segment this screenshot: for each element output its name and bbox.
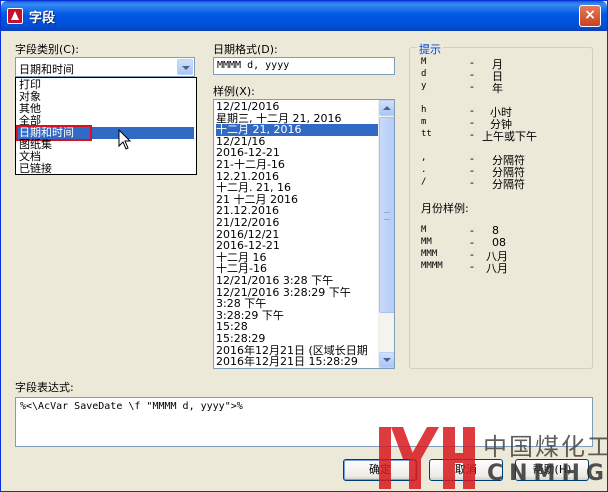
watermark: 中国煤化工 CNMHG [377, 421, 608, 492]
field-expression-label: 字段表达式: [15, 381, 74, 394]
sample-list-item[interactable]: 十二月 16 [216, 252, 378, 264]
hint-dash: - [470, 176, 474, 189]
sample-list-item[interactable]: 12/21/2016 [216, 101, 378, 113]
dropdown-item[interactable]: 对象 [18, 91, 194, 103]
sample-list-item[interactable]: 21 十二月 2016 [216, 194, 378, 206]
dropdown-item[interactable]: 图纸集 [18, 139, 194, 151]
dropdown-item[interactable]: 其他 [18, 103, 194, 115]
scroll-up-icon[interactable] [379, 100, 394, 116]
title-bar[interactable]: 字段 × [1, 1, 607, 31]
hint-code: tt [421, 129, 432, 139]
scroll-down-icon[interactable] [379, 352, 394, 368]
sample-list-item[interactable]: 12/21/16 [216, 136, 378, 148]
field-dialog: 字段 × 字段类别(C): 日期和时间 打印 对象 其他 全部 日期和时间 图纸集 文档 已链… [0, 0, 608, 492]
watermark-logo-icon [379, 427, 475, 489]
sample-list-item[interactable]: 2016-12-21 [216, 147, 378, 159]
mouse-cursor-icon [118, 129, 132, 150]
sample-list-item[interactable]: 21-十二月-16 [216, 159, 378, 171]
hint-code: , [421, 153, 427, 163]
hint-code: M [421, 57, 427, 67]
sample-list-item[interactable]: 2016年12月21日 (区域长日期 [216, 345, 378, 357]
hint-code: h [421, 105, 427, 115]
autocad-app-icon [7, 8, 23, 24]
sample-list-item[interactable]: 21.12.2016 [216, 205, 378, 217]
window-title: 字段 [29, 11, 56, 26]
sample-list-item[interactable]: 十二月. 21, 16 [216, 182, 378, 194]
field-category-combobox[interactable]: 日期和时间 [15, 57, 195, 77]
field-category-label: 字段类别(C): [15, 43, 79, 56]
hints-title: 提示 [417, 41, 443, 57]
hint-code: / [421, 177, 427, 187]
hint-code: MMM [421, 249, 438, 259]
hint-dash: - [470, 260, 474, 273]
hint-code: M [421, 225, 427, 235]
sample-list-item[interactable]: 2016年12月21日 15:28:29 [216, 356, 378, 368]
samples-scrollbar[interactable] [378, 100, 394, 368]
field-category-dropdown-list[interactable]: 打印 对象 其他 全部 日期和时间 图纸集 文档 已链接 [15, 77, 197, 175]
scrollbar-thumb[interactable] [379, 117, 394, 313]
sample-list-item[interactable]: 15:28 [216, 321, 378, 333]
hint-description: 分隔符 [492, 178, 525, 191]
watermark-en-text: CNMHG [487, 461, 608, 486]
sample-list-item[interactable]: 2016-12-21 [216, 240, 378, 252]
sample-list-item[interactable]: 12.21.2016 [216, 171, 378, 183]
chevron-down-icon[interactable] [177, 59, 193, 75]
month-samples-title: 月份样例: [421, 202, 469, 215]
samples-label: 样例(X): [213, 85, 255, 98]
hint-code: MMMM [421, 261, 443, 271]
hint-dash: - [470, 80, 474, 93]
hint-code: y [421, 81, 427, 91]
dropdown-item[interactable]: 已链接 [18, 163, 194, 175]
hint-description: 上午或下午 [482, 130, 537, 143]
sample-list-item[interactable]: 2016/12/21 [216, 229, 378, 241]
sample-list-item[interactable]: 12/21/2016 3:28 下午 [216, 275, 378, 287]
sample-list-item[interactable]: 12/21/2016 3:28:29 下午 [216, 287, 378, 299]
hint-code: m [421, 117, 427, 127]
watermark-cn-text: 中国煤化工 [483, 433, 608, 461]
hint-description: 八月 [486, 262, 508, 275]
sample-list-item[interactable]: 十二月 21, 2016 [216, 124, 378, 137]
hint-dash: - [470, 128, 474, 141]
hint-description: 年 [492, 82, 503, 95]
dropdown-item[interactable]: 打印 [18, 79, 194, 91]
hint-code: MM [421, 237, 432, 247]
sample-list-item[interactable]: 21/12/2016 [216, 217, 378, 229]
samples-list[interactable]: 2016年12月21日 15:28:29 2016年12月21日 (区域长日期 15… [213, 99, 395, 369]
sample-list-item[interactable]: 十二月-16 [216, 263, 378, 275]
field-category-value: 日期和时间 [19, 63, 74, 76]
date-format-input[interactable]: MMMM d, yyyy [213, 57, 395, 75]
sample-list-item[interactable]: 3:28:29 下午 [216, 310, 378, 322]
hint-code: d [421, 69, 427, 79]
sample-list-item[interactable]: 3:28 下午 [216, 298, 378, 310]
date-format-label: 日期格式(D): [213, 43, 278, 56]
sample-list-item[interactable]: 星期三, 十二月 21, 2016 [216, 113, 378, 125]
hint-code: . [421, 165, 427, 175]
close-button[interactable]: × [579, 5, 601, 27]
sample-list-item[interactable]: 15:28:29 [216, 333, 378, 345]
